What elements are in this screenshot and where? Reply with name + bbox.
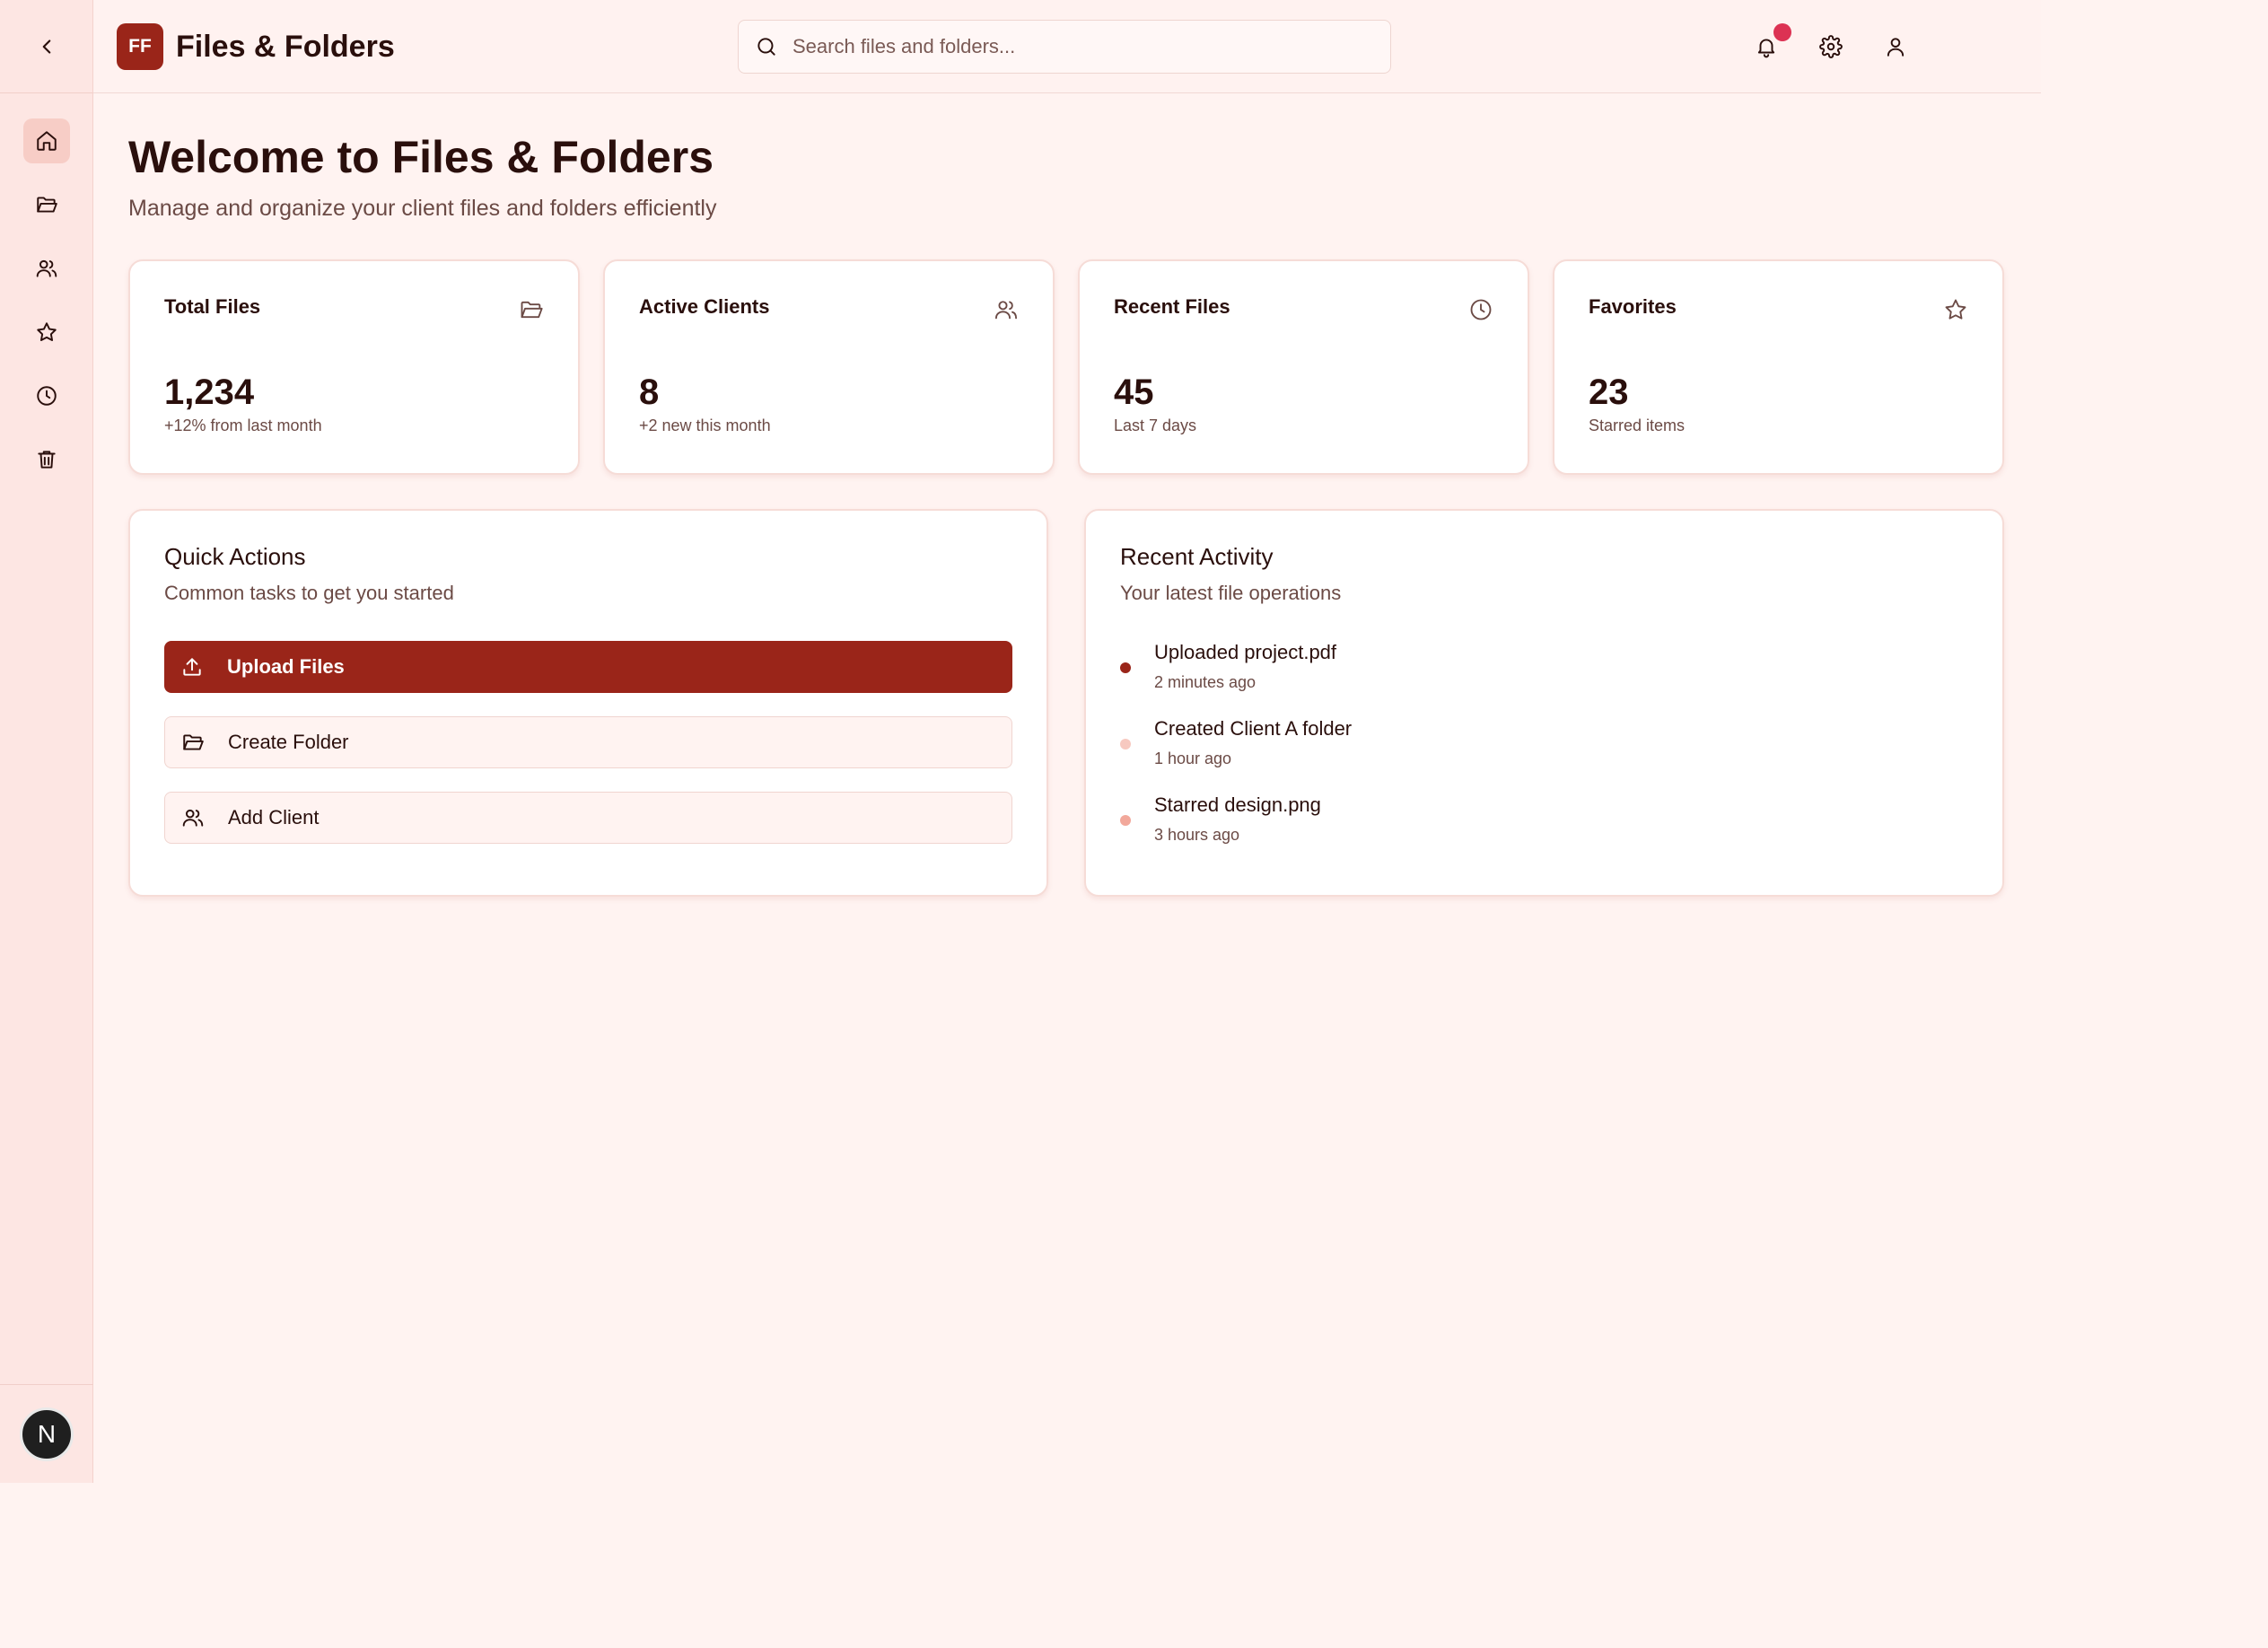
avatar[interactable]: N xyxy=(20,1407,74,1461)
user-icon xyxy=(1887,38,1905,57)
stat-value: 8 xyxy=(639,373,660,412)
folder-open-icon xyxy=(36,197,57,213)
page-subtitle: Manage and organize your client files an… xyxy=(128,196,717,221)
stat-card-total-files: Total Files 1,234 +12% from last month xyxy=(128,259,580,475)
search-input[interactable] xyxy=(792,35,1367,58)
stat-label: Favorites xyxy=(1589,295,1677,318)
activity-list: Uploaded project.pdf 2 minutes ago Creat… xyxy=(1120,641,1968,845)
brand: FF Files & Folders xyxy=(117,23,395,70)
sidebar-header xyxy=(0,0,92,93)
sidebar-item-recent[interactable] xyxy=(23,373,70,418)
clock-icon xyxy=(1470,299,1492,320)
panel-subtitle: Common tasks to get you started xyxy=(164,582,454,604)
sidebar-item-folders[interactable] xyxy=(23,182,70,227)
stat-card-favorites: Favorites 23 Starred items xyxy=(1553,259,2004,475)
stats-row: Total Files 1,234 +12% from last month A… xyxy=(128,259,2006,475)
button-label: Upload Files xyxy=(227,655,345,678)
profile-button[interactable] xyxy=(1883,27,1908,66)
stat-value: 23 xyxy=(1589,373,1629,412)
stat-note: +12% from last month xyxy=(164,416,322,434)
panels-row: Quick Actions Common tasks to get you st… xyxy=(128,509,2006,897)
sidebar-item-trash[interactable] xyxy=(23,437,70,482)
sidebar-item-home[interactable] xyxy=(22,118,70,163)
activity-title: Starred design.png xyxy=(1154,793,1321,816)
notification-badge xyxy=(1773,23,1791,41)
sidebar-nav xyxy=(0,93,92,482)
gear-icon xyxy=(1819,35,1843,58)
activity-dot xyxy=(1120,815,1131,826)
stat-label: Total Files xyxy=(164,295,261,318)
star-icon xyxy=(1945,299,1966,320)
activity-dot xyxy=(1120,739,1131,749)
header-actions xyxy=(1754,23,1908,66)
add-client-button[interactable]: Add Client xyxy=(164,792,1012,844)
users-icon xyxy=(182,809,204,827)
page-title: Welcome to Files & Folders xyxy=(128,132,714,182)
activity-item[interactable]: Uploaded project.pdf 2 minutes ago xyxy=(1120,641,1968,692)
trash-icon xyxy=(37,451,56,469)
folder-open-icon xyxy=(521,301,543,319)
upload-files-button[interactable]: Upload Files xyxy=(164,641,1012,693)
clock-icon xyxy=(36,386,57,406)
notifications-button[interactable] xyxy=(1754,23,1791,66)
chevron-left-icon xyxy=(42,39,50,54)
stat-note: Last 7 days xyxy=(1114,416,1197,434)
upload-icon xyxy=(183,658,201,676)
users-icon xyxy=(36,259,57,277)
sidebar: N xyxy=(0,0,93,1483)
button-label: Create Folder xyxy=(228,731,349,753)
star-icon xyxy=(36,322,57,341)
recent-activity-panel: Recent Activity Your latest file operati… xyxy=(1084,509,2004,897)
stat-note: +2 new this month xyxy=(639,416,771,434)
stat-label: Active Clients xyxy=(639,295,770,318)
app-logo: FF xyxy=(117,23,163,70)
search-box xyxy=(738,20,1391,74)
stat-card-active-clients: Active Clients 8 +2 new this month xyxy=(603,259,1055,475)
activity-item[interactable]: Created Client A folder 1 hour ago xyxy=(1120,717,1968,768)
panel-title: Recent Activity xyxy=(1120,543,1274,570)
quick-actions-list: Upload Files Create Folder Add Client xyxy=(164,641,1012,844)
panel-title: Quick Actions xyxy=(164,543,306,570)
folder-open-icon xyxy=(183,734,204,750)
activity-title: Uploaded project.pdf xyxy=(1154,641,1337,663)
settings-button[interactable] xyxy=(1818,27,1843,66)
stat-note: Starred items xyxy=(1589,416,1686,434)
sidebar-item-clients[interactable] xyxy=(23,246,70,291)
sidebar-item-favorites[interactable] xyxy=(23,310,70,355)
panel-subtitle: Your latest file operations xyxy=(1120,582,1342,604)
activity-time: 3 hours ago xyxy=(1154,826,1240,844)
stat-value: 1,234 xyxy=(164,373,255,412)
quick-actions-panel: Quick Actions Common tasks to get you st… xyxy=(128,509,1048,897)
stat-value: 45 xyxy=(1114,373,1154,412)
activity-time: 1 hour ago xyxy=(1154,749,1232,767)
home-icon xyxy=(36,131,57,151)
stat-card-recent-files: Recent Files 45 Last 7 days xyxy=(1078,259,1529,475)
activity-time: 2 minutes ago xyxy=(1154,673,1257,691)
create-folder-button[interactable]: Create Folder xyxy=(164,716,1012,768)
search-icon xyxy=(757,38,775,56)
activity-dot xyxy=(1120,662,1131,673)
app-title: Files & Folders xyxy=(176,29,395,64)
button-label: Add Client xyxy=(228,806,320,828)
stat-label: Recent Files xyxy=(1114,295,1230,318)
main-content: Welcome to Files & Folders Manage and or… xyxy=(128,93,2006,897)
sidebar-footer: N xyxy=(0,1384,93,1483)
activity-item[interactable]: Starred design.png 3 hours ago xyxy=(1120,793,1968,845)
bell-icon xyxy=(1757,39,1775,58)
activity-title: Created Client A folder xyxy=(1154,717,1353,740)
top-bar: FF Files & Folders xyxy=(93,0,2041,93)
users-icon xyxy=(994,301,1018,320)
collapse-sidebar-button[interactable] xyxy=(29,29,65,65)
